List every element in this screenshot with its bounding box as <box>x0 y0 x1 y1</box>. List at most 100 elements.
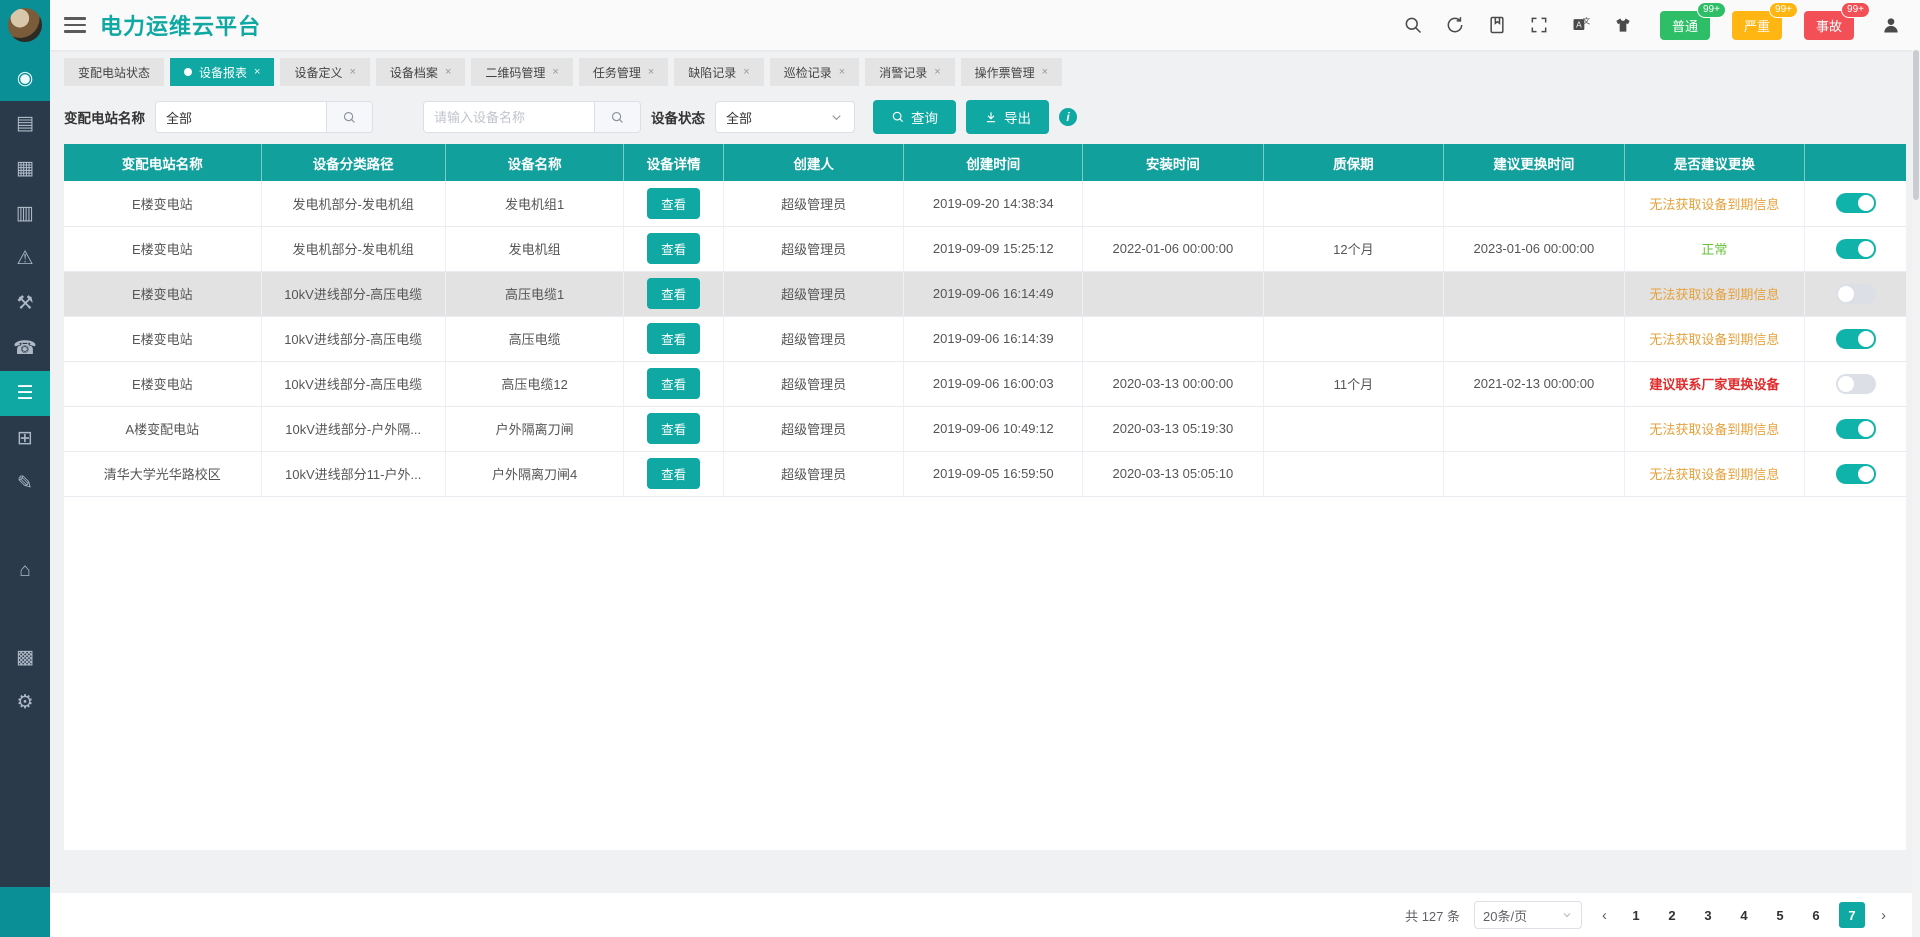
cell-station: E楼变电站 <box>64 316 261 361</box>
enable-toggle[interactable] <box>1836 193 1876 213</box>
export-button[interactable]: 导出 <box>966 100 1049 134</box>
view-detail-button[interactable]: 查看 <box>647 368 700 399</box>
sidebar-item-service-icon[interactable]: ☎ <box>0 326 50 371</box>
sidebar-item-archive-icon[interactable]: ▥ <box>0 191 50 236</box>
column-header-toggle <box>1805 144 1906 181</box>
cell-device-name: 发电机组1 <box>445 181 624 226</box>
cell-created-time: 2019-09-05 16:59:50 <box>904 451 1083 496</box>
window-scrollbar[interactable] <box>1912 50 1920 937</box>
station-search-button[interactable] <box>326 102 372 132</box>
tab-close-icon[interactable]: × <box>349 66 355 78</box>
prev-page-button[interactable]: ‹ <box>1596 907 1613 924</box>
tab-close-icon[interactable]: × <box>552 66 558 78</box>
page-size-select[interactable]: 20条/页 <box>1474 901 1582 929</box>
station-filter-label: 变配电站名称 <box>64 107 145 127</box>
sidebar-item-maintenance-icon[interactable]: ⚒ <box>0 281 50 326</box>
view-detail-button[interactable]: 查看 <box>647 323 700 354</box>
tab-close-icon[interactable]: × <box>445 66 451 78</box>
tab-消警记录[interactable]: 消警记录× <box>865 58 954 86</box>
station-filter-input[interactable] <box>156 102 326 132</box>
sidebar-item-report-icon[interactable]: ☰ <box>0 371 50 416</box>
info-icon[interactable]: i <box>1059 108 1077 126</box>
table-row[interactable]: E楼变电站10kV进线部分-高压电缆高压电缆查看超级管理员2019-09-06 … <box>64 316 1906 361</box>
sidebar-item-dashboard-icon[interactable]: ◉ <box>0 56 50 101</box>
page-number-1[interactable]: 1 <box>1623 902 1649 928</box>
table-row[interactable]: E楼变电站发电机部分-发电机组发电机组查看超级管理员2019-09-09 15:… <box>64 226 1906 271</box>
view-detail-button[interactable]: 查看 <box>647 233 700 264</box>
cell-toggle <box>1805 361 1906 406</box>
tab-设备定义[interactable]: 设备定义 × <box>280 58 369 86</box>
tab-close-icon[interactable]: × <box>254 66 260 78</box>
cell-created-time: 2019-09-06 16:14:39 <box>904 316 1083 361</box>
enable-toggle[interactable] <box>1836 419 1876 439</box>
tab-close-icon[interactable]: × <box>934 66 940 78</box>
tab-label: 设备定义 <box>294 64 342 81</box>
table-row[interactable]: A楼变配电站10kV进线部分-户外隔...户外隔离刀闸查看超级管理员2019-0… <box>64 406 1906 451</box>
theme-icon[interactable] <box>1612 14 1634 36</box>
device-name-input[interactable] <box>424 102 594 132</box>
page-number-6[interactable]: 6 <box>1803 902 1829 928</box>
view-detail-button[interactable]: 查看 <box>647 278 700 309</box>
enable-toggle[interactable] <box>1836 464 1876 484</box>
view-detail-button[interactable]: 查看 <box>647 188 700 219</box>
enable-toggle[interactable] <box>1836 329 1876 349</box>
tab-任务管理[interactable]: 任务管理× <box>579 58 668 86</box>
page-number-5[interactable]: 5 <box>1767 902 1793 928</box>
table-row[interactable]: E楼变电站10kV进线部分-高压电缆高压电缆1查看超级管理员2019-09-06… <box>64 271 1906 316</box>
column-header-设备名称: 设备名称 <box>445 144 624 181</box>
view-detail-button[interactable]: 查看 <box>647 413 700 444</box>
user-icon[interactable] <box>1880 14 1902 36</box>
tab-巡检记录[interactable]: 巡检记录× <box>770 58 859 86</box>
sidebar-item-tools-icon[interactable]: ⚙ <box>0 680 50 725</box>
accident-alarm-button[interactable]: 事故99+ <box>1804 11 1854 40</box>
tab-设备报表[interactable]: 设备报表× <box>170 58 274 86</box>
scrollbar-thumb[interactable] <box>1913 50 1919 200</box>
refresh-icon[interactable] <box>1444 14 1466 36</box>
cell-install-time: 2020-03-13 05:05:10 <box>1083 451 1264 496</box>
page-size-value: 20条/页 <box>1483 906 1527 925</box>
tab-close-icon[interactable]: × <box>648 66 654 78</box>
enable-toggle[interactable] <box>1836 374 1876 394</box>
sidebar-item-alarm-icon[interactable]: ⚠ <box>0 236 50 281</box>
cell-created-time: 2019-09-06 10:49:12 <box>904 406 1083 451</box>
table-row[interactable]: 清华大学光华路校区10kV进线部分11-户外...户外隔离刀闸4查看超级管理员2… <box>64 451 1906 496</box>
cell-detail: 查看 <box>624 181 723 226</box>
query-button[interactable]: 查询 <box>873 100 956 134</box>
menu-toggle-icon[interactable] <box>64 13 86 37</box>
fullscreen-icon[interactable] <box>1528 14 1550 36</box>
enable-toggle[interactable] <box>1836 284 1876 304</box>
tab-close-icon[interactable]: × <box>743 66 749 78</box>
tab-close-icon[interactable]: × <box>1042 66 1048 78</box>
tab-close-icon[interactable]: × <box>839 66 845 78</box>
tab-缺陷记录[interactable]: 缺陷记录× <box>674 58 763 86</box>
page-number-2[interactable]: 2 <box>1659 902 1685 928</box>
tab-设备档案[interactable]: 设备档案× <box>376 58 465 86</box>
column-header-是否建议更换: 是否建议更换 <box>1624 144 1805 181</box>
device-search-button[interactable] <box>594 102 640 132</box>
normal-alarm-button[interactable]: 普通99+ <box>1660 11 1710 40</box>
column-header-创建人: 创建人 <box>723 144 904 181</box>
view-detail-button[interactable]: 查看 <box>647 458 700 489</box>
bookmark-icon[interactable] <box>1486 14 1508 36</box>
sidebar-item-workorder-icon[interactable]: ✎ <box>0 461 50 506</box>
tab-变配电站状态[interactable]: 变配电站状态 <box>64 58 164 86</box>
sidebar-item-qrcode-icon[interactable]: ⊞ <box>0 416 50 461</box>
page-number-3[interactable]: 3 <box>1695 902 1721 928</box>
next-page-button[interactable]: › <box>1875 907 1892 924</box>
translate-icon[interactable]: A文 <box>1570 14 1592 36</box>
enable-toggle[interactable] <box>1836 239 1876 259</box>
page-number-4[interactable]: 4 <box>1731 902 1757 928</box>
sidebar-item-statistics-icon[interactable]: ▦ <box>0 146 50 191</box>
sidebar-item-monitor-icon[interactable]: ▤ <box>0 101 50 146</box>
severe-alarm-button[interactable]: 严重99+ <box>1732 11 1782 40</box>
user-avatar[interactable] <box>8 8 42 42</box>
table-row[interactable]: E楼变电站10kV进线部分-高压电缆高压电缆12查看超级管理员2019-09-0… <box>64 361 1906 406</box>
search-icon[interactable] <box>1402 14 1424 36</box>
status-select[interactable]: 全部 <box>715 101 855 133</box>
sidebar-item-home-icon[interactable]: ⌂ <box>0 548 50 593</box>
tab-操作票管理[interactable]: 操作票管理× <box>961 58 1062 86</box>
page-number-7[interactable]: 7 <box>1839 902 1865 928</box>
tab-二维码管理[interactable]: 二维码管理× <box>471 58 572 86</box>
sidebar-item-devices-icon[interactable]: ▩ <box>0 635 50 680</box>
table-row[interactable]: E楼变电站发电机部分-发电机组发电机组1查看超级管理员2019-09-20 14… <box>64 181 1906 226</box>
